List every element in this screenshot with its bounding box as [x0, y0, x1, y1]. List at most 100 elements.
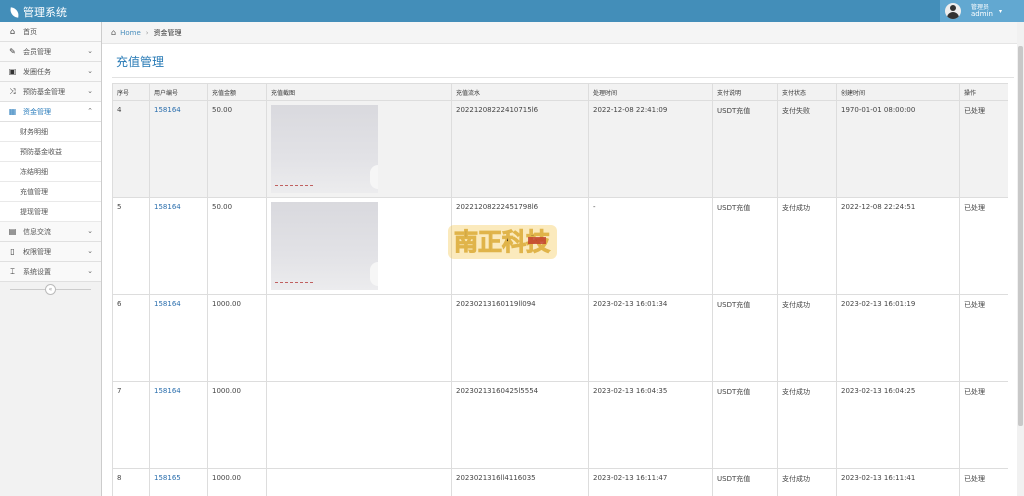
chevron-down-icon: ⌄ — [87, 67, 93, 75]
book-icon: ▣ — [8, 67, 17, 76]
list-icon: ▤ — [8, 227, 17, 236]
row-id: 5 — [112, 197, 150, 295]
sidebar-item-label: 权限管理 — [23, 247, 51, 256]
user-id-link[interactable]: 158164 — [154, 387, 181, 395]
breadcrumb: ⌂ Home › 资金管理 — [102, 22, 1024, 44]
table-row: 5 158164 50.00 20221208222451798l6 - USD… — [112, 197, 1008, 295]
column-header[interactable]: 支付状态 — [777, 83, 837, 101]
row-created-time: 2023-02-13 16:01:19 — [836, 294, 960, 382]
row-user-cell: 158164 — [149, 381, 208, 469]
thumbnail-mark — [275, 185, 313, 189]
breadcrumb-current: 资金管理 — [153, 28, 182, 37]
row-serial: 20230213160119ll094 — [451, 294, 589, 382]
chevron-down-icon: ⌄ — [87, 47, 93, 55]
row-created-time: 1970-01-01 08:00:00 — [836, 100, 960, 198]
column-header[interactable]: 支付说明 — [712, 83, 778, 101]
recharge-screenshot-thumbnail[interactable] — [271, 105, 378, 193]
row-payment-status: 支付失败 — [777, 100, 837, 198]
sidebar-item-finance[interactable]: ▦ 资金管理 ⌃ — [0, 102, 101, 122]
row-action: 已处理 — [959, 468, 1008, 496]
row-processed-time: 2023-02-13 16:11:47 — [588, 468, 713, 496]
user-id-link[interactable]: 158164 — [154, 106, 181, 114]
recharge-screenshot-thumbnail[interactable] — [271, 202, 378, 290]
row-amount: 50.00 — [207, 197, 267, 295]
chevron-right-icon: › — [145, 28, 149, 37]
table-row: 6 158164 1000.00 20230213160119ll094 202… — [112, 294, 1008, 382]
sidebar-subitem-label: 提现管理 — [20, 207, 48, 216]
row-serial: 2023021316ll4116035 — [451, 468, 589, 496]
sidebar-subitem-withdraw[interactable]: 提现管理 — [0, 202, 101, 222]
page-scrollbar[interactable] — [1017, 22, 1024, 496]
thumbnail-mark — [275, 282, 313, 286]
sidebar-item-label: 系统设置 — [23, 267, 51, 276]
sidebar-collapse: « — [0, 282, 101, 296]
row-id: 4 — [112, 100, 150, 198]
page-title: 充值管理 — [116, 55, 165, 69]
breadcrumb-home-link[interactable]: Home — [120, 29, 141, 37]
sidebar-subitem-fund-income[interactable]: 预防基金收益 — [0, 142, 101, 162]
thumbnail-glow — [370, 262, 378, 286]
sidebar-subitem-finance-details[interactable]: 财务明细 — [0, 122, 101, 142]
sidebar-item-tasks[interactable]: ▣ 发圈任务 ⌄ — [0, 62, 101, 82]
sidebar-item-permissions[interactable]: ▯ 权限管理 ⌄ — [0, 242, 101, 262]
row-user-cell: 158164 — [149, 100, 208, 198]
sidebar-subitem-frozen[interactable]: 冻结明细 — [0, 162, 101, 182]
row-screenshot-cell — [266, 197, 452, 295]
sidebar-item-settings[interactable]: ⌶ 系统设置 ⌄ — [0, 262, 101, 282]
chevron-down-icon: ⌄ — [87, 247, 93, 255]
user-id-link[interactable]: 158165 — [154, 474, 181, 482]
sidebar-item-home[interactable]: ⌂ 首页 — [0, 22, 101, 42]
column-header[interactable]: 操作 — [959, 83, 1008, 101]
table-row: 8 158165 1000.00 2023021316ll4116035 202… — [112, 468, 1008, 496]
column-header[interactable]: 用户编号 — [149, 83, 208, 101]
row-serial: 20230213160425l5554 — [451, 381, 589, 469]
scrollbar-thumb[interactable] — [1018, 46, 1023, 426]
column-header[interactable]: 充值截图 — [266, 83, 452, 101]
edit-icon: ✎ — [9, 47, 16, 56]
sidebar-item-members[interactable]: ✎ 会员管理 ⌄ — [0, 42, 101, 62]
column-header[interactable]: 创建时间 — [836, 83, 960, 101]
sidebar: ⌂ 首页 ✎ 会员管理 ⌄ ▣ 发圈任务 ⌄ ⤨ 预防基金管理 ⌄ ▦ 资金管理… — [0, 22, 102, 496]
collapse-left-icon[interactable]: « — [45, 283, 56, 295]
row-payment-note: USDT充值 — [712, 468, 778, 496]
table-row: 7 158164 1000.00 20230213160425l5554 202… — [112, 381, 1008, 469]
sidebar-item-fund[interactable]: ⤨ 预防基金管理 ⌄ — [0, 82, 101, 102]
row-screenshot-cell — [266, 100, 452, 198]
recharge-screenshot-thumbnail[interactable] — [271, 299, 378, 375]
row-screenshot-cell — [266, 468, 452, 496]
column-header[interactable]: 充值金额 — [207, 83, 267, 101]
user-menu[interactable]: 管理员 admin ▾ — [940, 0, 1024, 22]
table-header-row: 序号 用户编号 充值金额 充值截图 充值流水 处理时间 支付说明 支付状态 创建… — [112, 83, 1008, 101]
user-info: 管理员 admin — [971, 4, 993, 18]
row-user-cell: 158164 — [149, 294, 208, 382]
row-payment-status: 支付成功 — [777, 381, 837, 469]
home-icon: ⌂ — [111, 28, 117, 37]
brand[interactable]: 管理系统 — [9, 4, 67, 20]
row-user-cell: 158165 — [149, 468, 208, 496]
user-id-link[interactable]: 158164 — [154, 300, 181, 308]
sidebar-subitem-recharge[interactable]: 充值管理 — [0, 182, 101, 202]
sidebar-item-messages[interactable]: ▤ 信息交流 ⌄ — [0, 222, 101, 242]
thumbnail-glow — [370, 165, 378, 189]
row-amount: 1000.00 — [207, 468, 267, 496]
column-header[interactable]: 处理时间 — [588, 83, 713, 101]
row-processed-time: 2023-02-13 16:01:34 — [588, 294, 713, 382]
row-payment-status: 支付成功 — [777, 468, 837, 496]
row-created-time: 2022-12-08 22:24:51 — [836, 197, 960, 295]
file-icon: ▯ — [10, 247, 15, 256]
chevron-down-icon: ⌄ — [87, 227, 93, 235]
row-payment-note: USDT充值 — [712, 294, 778, 382]
sidebar-item-label: 会员管理 — [23, 47, 51, 56]
row-created-time: 2023-02-13 16:04:25 — [836, 381, 960, 469]
sidebar-subitem-label: 财务明细 — [20, 127, 48, 136]
sidebar-item-label: 预防基金管理 — [23, 87, 65, 96]
recharge-table: 序号 用户编号 充值金额 充值截图 充值流水 处理时间 支付说明 支付状态 创建… — [112, 83, 1008, 496]
sidebar-item-label: 资金管理 — [23, 107, 51, 116]
column-header[interactable]: 序号 — [112, 83, 150, 101]
column-header[interactable]: 充值流水 — [451, 83, 589, 101]
user-id-link[interactable]: 158164 — [154, 203, 181, 211]
row-payment-note: USDT充值 — [712, 197, 778, 295]
recharge-table-container: 序号 用户编号 充值金额 充值截图 充值流水 处理时间 支付说明 支付状态 创建… — [112, 83, 1008, 496]
caret-down-icon: ▾ — [998, 7, 1002, 15]
top-navbar: 管理系统 管理员 admin ▾ — [0, 0, 1024, 22]
